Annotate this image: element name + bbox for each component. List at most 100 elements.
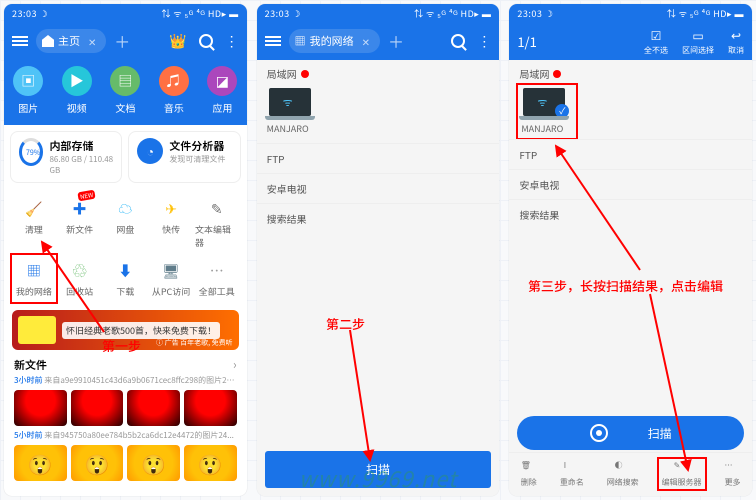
tool-icon: ♲ (68, 259, 92, 283)
close-tab-icon[interactable]: ✕ (362, 34, 370, 49)
tool-icon: ⬇ (113, 259, 137, 283)
tool-清理[interactable]: 🧹 清理 (12, 193, 56, 253)
search-icon[interactable] (199, 34, 213, 48)
tool-网盘[interactable]: ☁ 网盘 (103, 193, 147, 253)
check-icon: ✓ (555, 104, 569, 118)
category-icon: ▤ (110, 66, 140, 96)
home-tab[interactable]: 主页 ✕ (36, 29, 106, 53)
tool-全部工具[interactable]: ⋯ 全部工具 (195, 255, 239, 302)
tool-新文件[interactable]: NEW ✚ 新文件 (58, 193, 102, 253)
action-取消[interactable]: ↩ 取消 (728, 27, 744, 56)
bottom-删除[interactable]: 🗑 删除 (517, 458, 541, 490)
app-bar: ▦ 我的网络 ✕ ＋ ⋮ (257, 22, 500, 60)
category-icon: ♫ (159, 66, 189, 96)
action-label: 全不选 (644, 45, 668, 56)
category-应用[interactable]: ◪ 应用 (207, 66, 237, 115)
device-item[interactable]: ᯤ MANJARO (257, 84, 500, 143)
bottom-label: 重命名 (560, 477, 584, 488)
tool-icon: ✎ (205, 197, 229, 221)
bottom-action-bar: 🗑 删除 I 重命名 ◐ 网络搜索 ✎ 编辑服务器 ⋯ 更多 (509, 452, 752, 496)
record-icon (590, 424, 608, 442)
add-tab-icon[interactable]: ＋ (114, 29, 130, 53)
list-row[interactable]: FTP (257, 143, 500, 173)
home-tab-label: 主页 (58, 33, 80, 49)
add-tab-icon[interactable]: ＋ (388, 29, 404, 53)
recent-line-2[interactable]: 5小时前 来自945750a80ee784b5b2ca6dc12e4472的图片… (4, 430, 247, 441)
thumb-row-1[interactable] (4, 386, 247, 430)
device-name: MANJARO (267, 122, 309, 135)
more-icon[interactable]: › (233, 356, 237, 373)
recent-line-1[interactable]: 3小时前 来自a9e9910451c43d6a9b0671cec8ffc298的… (4, 375, 247, 386)
category-row: ▣ 图片 ▶ 视频 ▤ 文档 ♫ 音乐 ◪ 应用 (4, 60, 247, 125)
bottom-label: 网络搜索 (607, 477, 639, 488)
tool-icon: 🖥 (159, 259, 183, 283)
list-row[interactable]: 搜索结果 (509, 199, 752, 229)
category-icon: ▣ (13, 66, 43, 96)
category-label: 文档 (115, 100, 135, 115)
section-header: 新文件› (4, 354, 247, 375)
tool-回收站[interactable]: ♲ 回收站 (58, 255, 102, 302)
bottom-icon: ✎ (674, 460, 690, 476)
tool-label: 网盘 (116, 223, 134, 236)
bottom-重命名[interactable]: I 重命名 (556, 458, 588, 490)
status-bar: 23:03 ☽ ⇅ ᯤ ₅ᴳ ⁴ᴳ HD▸ ▬ (257, 4, 500, 22)
tool-label: 清理 (25, 223, 43, 236)
menu-icon[interactable] (12, 34, 28, 48)
network-tab[interactable]: ▦ 我的网络 ✕ (289, 29, 380, 53)
analyzer-icon: ◔ (137, 138, 163, 164)
bottom-icon: ⋯ (724, 460, 740, 476)
lan-header: 局域网 (509, 60, 752, 84)
category-图片[interactable]: ▣ 图片 (13, 66, 43, 115)
bottom-网络搜索[interactable]: ◐ 网络搜索 (603, 458, 643, 490)
action-区间选择[interactable]: ▭ 区间选择 (682, 27, 714, 56)
action-全不选[interactable]: ☑ 全不选 (644, 27, 668, 56)
tool-label: 从PC访问 (152, 285, 190, 298)
list-row[interactable]: FTP (509, 139, 752, 169)
category-label: 图片 (18, 100, 38, 115)
bottom-icon: I (564, 460, 580, 476)
tool-label: 新文件 (66, 223, 93, 236)
category-音乐[interactable]: ♫ 音乐 (159, 66, 189, 115)
tool-label: 全部工具 (199, 285, 235, 298)
scan-button[interactable]: 扫描 (265, 451, 492, 488)
ad-thumb (18, 316, 56, 344)
tool-icon: ✈ (159, 197, 183, 221)
tool-我的网络[interactable]: ▦ 我的网络 (12, 255, 56, 302)
tool-label: 下载 (116, 285, 134, 298)
category-label: 音乐 (164, 100, 184, 115)
tool-快传[interactable]: ✈ 快传 (149, 193, 193, 253)
tool-icon: 🧹 (22, 197, 46, 221)
list-row[interactable]: 安卓电视 (509, 169, 752, 199)
tool-文本编辑器[interactable]: ✎ 文本编辑器 (195, 193, 239, 253)
device-name: MANJARO (521, 122, 563, 135)
premium-icon[interactable]: 👑 (169, 31, 186, 51)
tool-label: 快传 (162, 223, 180, 236)
menu-icon[interactable] (265, 34, 281, 48)
selection-counter: 1/1 (517, 32, 537, 51)
list-row[interactable]: 安卓电视 (257, 173, 500, 203)
storage-ring-icon: 79% (19, 138, 43, 166)
storage-card[interactable]: 79% 内部存储86.80 GB / 110.48 GB (10, 131, 122, 183)
storage-sub: 86.80 GB / 110.48 GB (49, 154, 113, 176)
phone-screen-2: 23:03 ☽ ⇅ ᯤ ₅ᴳ ⁴ᴳ HD▸ ▬ ▦ 我的网络 ✕ ＋ ⋮ 局域网… (257, 4, 500, 496)
close-tab-icon[interactable]: ✕ (88, 34, 96, 49)
list-row[interactable]: 搜索结果 (257, 203, 500, 233)
thumb-row-2[interactable] (4, 441, 247, 485)
category-icon: ◪ (207, 66, 237, 96)
category-视频[interactable]: ▶ 视频 (62, 66, 92, 115)
bottom-编辑服务器[interactable]: ✎ 编辑服务器 (658, 458, 706, 490)
device-item-selected[interactable]: ᯤ✓ MANJARO (517, 84, 577, 139)
analyzer-card[interactable]: ◔ 文件分析器发现可清理文件 (128, 131, 240, 183)
tool-下载[interactable]: ⬇ 下载 (103, 255, 147, 302)
bottom-更多[interactable]: ⋯ 更多 (720, 458, 744, 490)
status-bar: 23:03 ☽ ⇅ ᯤ ₅ᴳ ⁴ᴳ HD▸ ▬ (4, 4, 247, 22)
search-icon[interactable] (451, 34, 465, 48)
action-label: 区间选择 (682, 45, 714, 56)
analyzer-title: 文件分析器 (169, 138, 225, 154)
ad-banner[interactable]: 怀旧经典老歌500首，快来免费下载！ ⓘ 广告 百年老歌, 免费听 (12, 310, 239, 350)
tool-label: 文本编辑器 (195, 223, 239, 249)
tool-从PC访问[interactable]: 🖥 从PC访问 (149, 255, 193, 302)
ad-sub: ⓘ 广告 百年老歌, 免费听 (156, 338, 233, 348)
scan-button[interactable]: 扫描 (517, 416, 744, 450)
category-文档[interactable]: ▤ 文档 (110, 66, 140, 115)
